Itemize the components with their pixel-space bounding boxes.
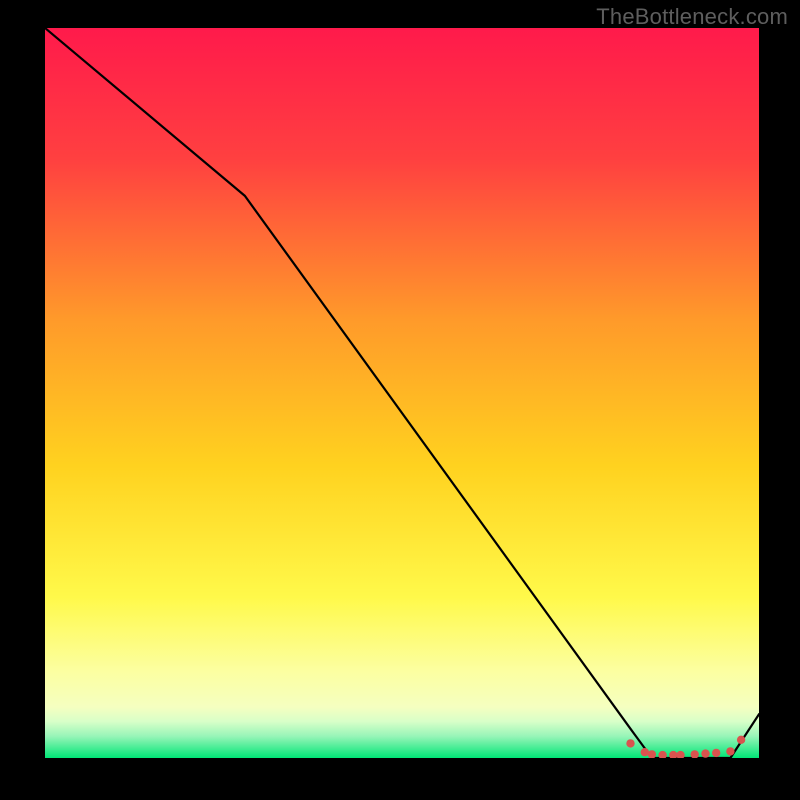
chart-marker-dot — [626, 739, 634, 747]
chart-marker-dot — [712, 749, 720, 757]
chart-marker-dot — [701, 749, 709, 757]
watermark-text: TheBottleneck.com — [596, 4, 788, 30]
chart-svg — [45, 28, 759, 758]
chart-frame: TheBottleneck.com — [0, 0, 800, 800]
chart-plot-area — [45, 28, 759, 758]
chart-marker-dot — [726, 747, 734, 755]
chart-marker-dot — [641, 748, 649, 756]
chart-marker-dot — [737, 736, 745, 744]
chart-background-gradient — [45, 28, 759, 758]
